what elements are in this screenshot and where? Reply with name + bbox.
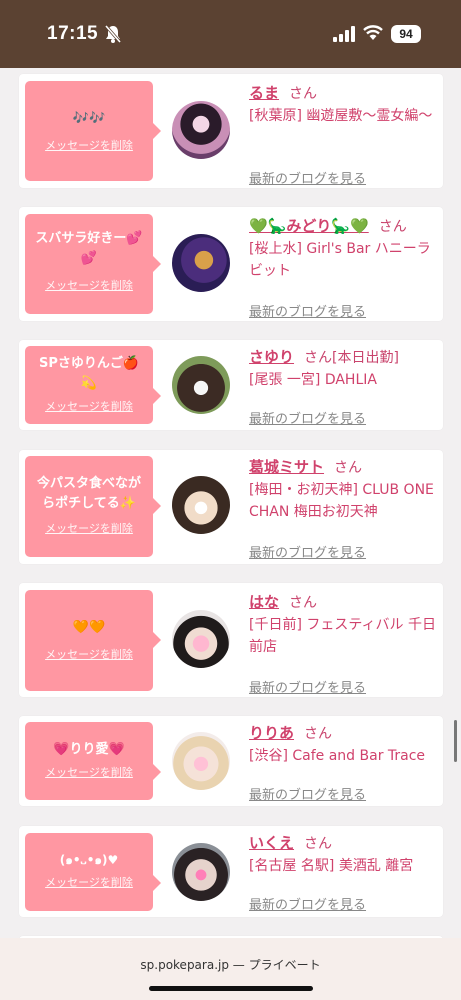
list-item: 🧡🧡 メッセージを削除 はな さん [千日前] フェスティバル 千日前店 最新のブ… xyxy=(19,583,443,697)
message-text: 💗りり愛💗 xyxy=(53,742,125,757)
avatar[interactable] xyxy=(172,610,230,668)
scrollbar-thumb[interactable] xyxy=(454,720,457,762)
honorific: さん xyxy=(289,595,318,611)
delete-message-link[interactable]: メッセージを削除 xyxy=(25,398,153,414)
shop-name[interactable]: [秋葉原] 幽遊屋敷〜霊女編〜 xyxy=(249,105,439,127)
message-bubble: 💗りり愛💗 メッセージを削除 xyxy=(25,722,161,800)
list-item: 今パスタ食べながらポチしてる✨ メッセージを削除 葛城ミサト さん [梅田・お初天… xyxy=(19,450,443,564)
honorific: さん xyxy=(304,726,333,742)
honorific: さん xyxy=(334,460,363,476)
delete-message-link[interactable]: メッセージを削除 xyxy=(25,646,153,662)
cast-name-link[interactable]: 葛城ミサト xyxy=(249,458,324,476)
honorific: さん[本日出勤] xyxy=(304,350,399,366)
cast-name-link[interactable]: るま xyxy=(249,84,279,102)
avatar[interactable] xyxy=(172,843,230,901)
list-item: 🎶🎶 メッセージを削除 るま さん [秋葉原] 幽遊屋敷〜霊女編〜 最新のブログを… xyxy=(19,74,443,188)
status-time: 17:15 xyxy=(47,23,99,44)
latest-blog-link[interactable]: 最新のブログを見る xyxy=(249,894,366,913)
cast-name-link[interactable]: 💚🦕みどり🦕💚 xyxy=(249,217,369,235)
url-text[interactable]: sp.pokepara.jp — プライベート xyxy=(0,956,461,973)
battery-indicator: 94 xyxy=(391,25,421,43)
message-text: SPさゆりんご🍎💫 xyxy=(38,356,140,391)
latest-blog-link[interactable]: 最新のブログを見る xyxy=(249,677,366,696)
delete-message-link[interactable]: メッセージを削除 xyxy=(25,764,153,780)
list-item: 💗りり愛💗 メッセージを削除 りりあ さん [渋谷] Cafe and Bar T… xyxy=(19,716,443,806)
cast-name-link[interactable]: いくえ xyxy=(249,834,294,852)
message-bubble: 🧡🧡 メッセージを削除 xyxy=(25,590,161,691)
avatar[interactable] xyxy=(172,356,230,414)
message-bubble: スバサラ好きー💕💕 メッセージを削除 xyxy=(25,214,161,314)
cellular-signal-icon xyxy=(333,26,355,42)
honorific: さん xyxy=(289,86,318,102)
delete-message-link[interactable]: メッセージを削除 xyxy=(25,520,153,536)
bell-muted-icon xyxy=(104,25,122,43)
cast-name-link[interactable]: はな xyxy=(249,593,279,611)
message-text: スバサラ好きー💕💕 xyxy=(35,231,143,266)
cast-name-link[interactable]: さゆり xyxy=(249,348,294,366)
message-text: (๑•᎑•๑)♥ xyxy=(59,853,119,867)
list-item: スバサラ好きー💕💕 メッセージを削除 💚🦕みどり🦕💚 さん [桜上水] Girl'… xyxy=(19,207,443,321)
delete-message-link[interactable]: メッセージを削除 xyxy=(25,874,153,890)
shop-name[interactable]: [千日前] フェスティバル 千日前店 xyxy=(249,614,439,658)
shop-name[interactable]: [名古屋 名駅] 美酒乱 離宮 xyxy=(249,855,439,877)
cast-name-link[interactable]: りりあ xyxy=(249,724,294,742)
latest-blog-link[interactable]: 最新のブログを見る xyxy=(249,542,366,561)
latest-blog-link[interactable]: 最新のブログを見る xyxy=(249,301,366,320)
delete-message-link[interactable]: メッセージを削除 xyxy=(25,277,153,293)
message-text: 今パスタ食べながらポチしてる✨ xyxy=(36,476,141,511)
shop-name[interactable]: [桜上水] Girl's Bar ハニーラビット xyxy=(249,238,439,282)
home-indicator[interactable] xyxy=(149,986,313,991)
message-bubble: 今パスタ食べながらポチしてる✨ メッセージを削除 xyxy=(25,456,161,557)
shop-name[interactable]: [尾張 一宮] DAHLIA xyxy=(249,369,439,391)
message-bubble: 🎶🎶 メッセージを削除 xyxy=(25,81,161,181)
delete-message-link[interactable]: メッセージを削除 xyxy=(25,137,153,153)
message-text: 🧡🧡 xyxy=(72,620,106,635)
wifi-icon xyxy=(363,25,383,40)
message-bubble: SPさゆりんご🍎💫 メッセージを削除 xyxy=(25,346,161,424)
browser-address-bar[interactable]: sp.pokepara.jp — プライベート xyxy=(0,938,461,1000)
honorific: さん xyxy=(378,219,407,235)
message-text: 🎶🎶 xyxy=(72,111,106,126)
list-item: (๑•᎑•๑)♥ メッセージを削除 いくえ さん [名古屋 名駅] 美酒乱 離宮 … xyxy=(19,826,443,917)
shop-name[interactable]: [渋谷] Cafe and Bar Trace xyxy=(249,745,439,767)
avatar[interactable] xyxy=(172,101,230,159)
message-bubble: (๑•᎑•๑)♥ メッセージを削除 xyxy=(25,833,161,911)
avatar[interactable] xyxy=(172,732,230,790)
status-bar: 17:15 94 xyxy=(0,0,461,68)
latest-blog-link[interactable]: 最新のブログを見る xyxy=(249,784,366,803)
avatar[interactable] xyxy=(172,476,230,534)
honorific: さん xyxy=(304,836,333,852)
list-item: SPさゆりんご🍎💫 メッセージを削除 さゆり さん[本日出勤] [尾張 一宮] D… xyxy=(19,340,443,430)
latest-blog-link[interactable]: 最新のブログを見る xyxy=(249,408,366,427)
shop-name[interactable]: [梅田・お初天神] CLUB ONE CHAN 梅田お初天神 xyxy=(249,479,439,523)
avatar[interactable] xyxy=(172,234,230,292)
latest-blog-link[interactable]: 最新のブログを見る xyxy=(249,168,366,187)
